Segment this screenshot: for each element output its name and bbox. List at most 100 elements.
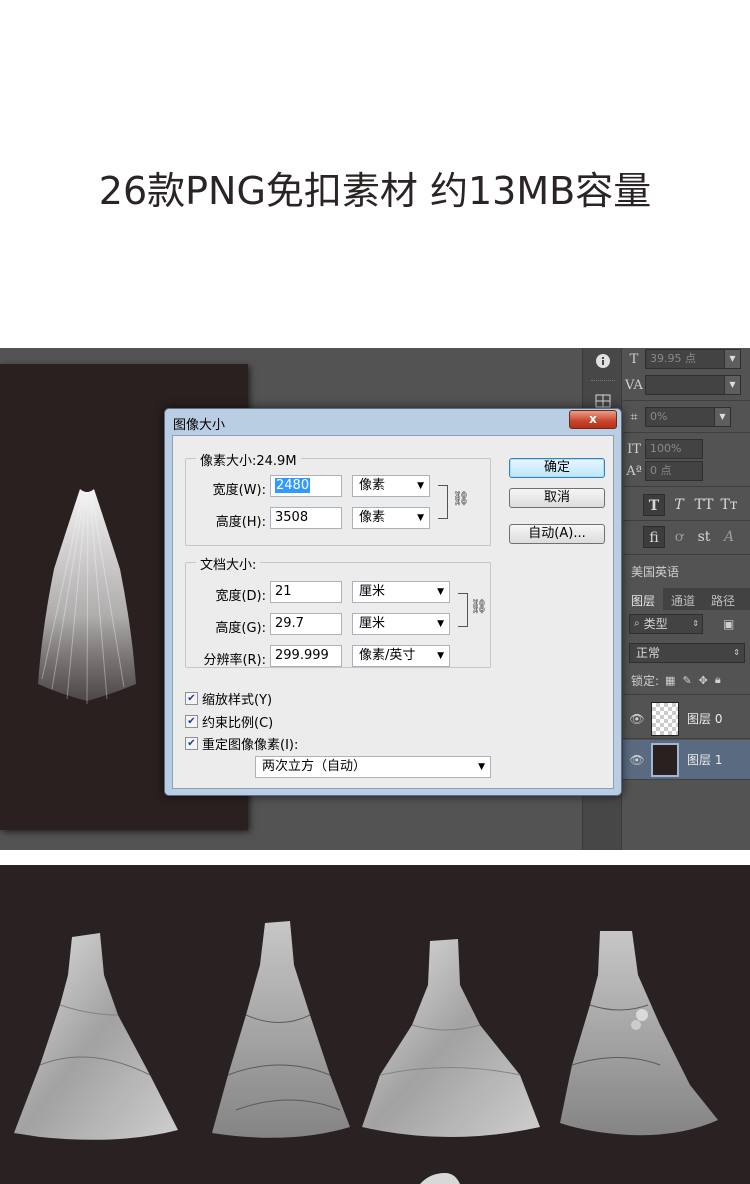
ligatures-button[interactable]: fi [643, 526, 665, 548]
visibility-eye-icon[interactable]: 👁︎ [623, 712, 651, 726]
faux-italic-button[interactable]: T [668, 494, 690, 516]
visibility-eye-icon[interactable]: 👁︎ [623, 753, 651, 767]
pixel-width-unit: 像素 [359, 478, 386, 493]
layer-name[interactable]: 图层 0 [687, 710, 722, 727]
pixel-dimensions-title: 像素大小:24.9M [196, 450, 301, 469]
constrain-bracket [438, 485, 448, 519]
dialog-titlebar[interactable]: 图像大小 x [165, 409, 621, 435]
layer-thumbnail [651, 701, 679, 736]
pixel-width-input[interactable]: 2480 [270, 475, 342, 497]
search-icon: ⌕ [634, 618, 640, 629]
resolution-unit-select[interactable]: 像素/英寸 ▼ [352, 645, 450, 667]
layers-panel: 图层 通道 路径 ⌕ 类型 ⇕ ▣ 正常 ⇕ 锁定: ▦ ✎ ✥ 🔒︎ 👁︎ 图… [623, 588, 750, 850]
image-filter-icon[interactable]: ▣ [723, 617, 734, 631]
resample-method-select[interactable]: 两次立方（自动） ▼ [255, 756, 491, 778]
tab-layers[interactable]: 图层 [623, 588, 664, 610]
blend-mode-value: 正常 [636, 646, 661, 660]
pixel-width-unit-select[interactable]: 像素 ▼ [352, 475, 430, 497]
pixel-height-unit-select[interactable]: 像素 ▼ [352, 507, 430, 529]
font-size-field[interactable]: 39.95 点 ▼ [645, 349, 741, 369]
chevron-down-icon: ▼ [478, 762, 485, 772]
close-button[interactable]: x [569, 410, 617, 429]
vertical-scale-field[interactable]: 100% [645, 439, 703, 459]
doc-height-input[interactable]: 29.7 [270, 613, 342, 635]
divider [623, 400, 750, 401]
doc-width-unit-select[interactable]: 厘米 ▼ [352, 581, 450, 603]
doc-width-value: 21 [275, 584, 292, 599]
small-caps-button[interactable]: Tт [718, 494, 740, 516]
dress-preview-images [14, 921, 718, 1184]
blend-mode-select[interactable]: 正常 ⇕ [629, 643, 745, 663]
discretionary-ligatures-button[interactable]: st [693, 526, 715, 548]
doc-height-label: 高度(G): [215, 621, 266, 636]
chevron-down-icon[interactable]: ▼ [724, 376, 740, 394]
resolution-label: 分辨率(R): [203, 653, 266, 668]
move-icon[interactable]: ✥ [699, 674, 708, 687]
resample-image-label: 重定图像像素(I): [202, 738, 299, 753]
language-select[interactable]: 美国英语 [631, 563, 679, 580]
strip-divider [591, 380, 615, 382]
text-style-buttons: T T TT Tт [623, 492, 750, 518]
document-size-title: 文档大小: [196, 554, 261, 573]
pixel-height-input[interactable]: 3508 [270, 507, 342, 529]
pixel-height-unit: 像素 [359, 510, 386, 525]
chevron-down-icon: ▼ [417, 481, 424, 491]
auto-button[interactable]: 自动(A)... [509, 524, 605, 544]
chevron-down-icon: ▼ [437, 651, 444, 661]
chevron-down-icon[interactable]: ▼ [714, 408, 730, 426]
chevron-down-icon: ▼ [437, 587, 444, 597]
constrain-proportions-checkbox[interactable]: ✔ 约束比例(C) [185, 712, 273, 731]
pixel-height-label: 高度(H): [215, 515, 266, 530]
resolution-unit: 像素/英寸 [359, 648, 416, 663]
divider [623, 486, 750, 487]
doc-height-value: 29.7 [275, 616, 304, 631]
brush-icon[interactable]: ✎ [682, 674, 691, 687]
scale-styles-checkbox[interactable]: ✔ 缩放样式(Y) [185, 689, 272, 708]
veil-image [38, 489, 136, 705]
tracking-value: 0% [650, 410, 668, 423]
ok-button[interactable]: 确定 [509, 458, 605, 478]
kerning-field[interactable]: ▼ [645, 375, 741, 395]
font-size-value: 39.95 点 [650, 352, 696, 365]
vertical-scale-icon: IT [627, 441, 641, 457]
baseline-shift-value: 0 点 [650, 464, 672, 477]
chain-link-icon: ⛓︎ [452, 491, 470, 507]
pixel-width-label: 宽度(W): [212, 483, 266, 498]
opentype-buttons: fi ơ st A [623, 524, 750, 550]
faux-bold-button[interactable]: T [643, 494, 665, 516]
chevron-updown-icon: ⇕ [692, 619, 699, 628]
tracking-field[interactable]: 0% ▼ [645, 407, 731, 427]
resample-image-checkbox[interactable]: ✔ 重定图像像素(I): [185, 734, 298, 753]
vertical-scale-value: 100% [650, 442, 682, 455]
checkbox-checked-icon: ✔ [185, 692, 198, 705]
doc-width-input[interactable]: 21 [270, 581, 342, 603]
all-caps-button[interactable]: TT [693, 494, 715, 516]
lock-label: 锁定: [631, 673, 660, 688]
lock-icon[interactable]: 🔒︎ [715, 673, 721, 687]
swash-button[interactable]: A [718, 526, 740, 548]
layer-name[interactable]: 图层 1 [687, 751, 722, 768]
dialog-body: 像素大小:24.9M 宽度(W): 2480 像素 ▼ 高度(H): 3508 像… [172, 435, 614, 789]
resolution-input[interactable]: 299.999 [270, 645, 342, 667]
chevron-down-icon[interactable]: ▼ [724, 350, 740, 368]
doc-width-label: 宽度(D): [215, 589, 266, 604]
tab-paths[interactable]: 路径 [703, 588, 743, 610]
chevron-down-icon: ▼ [417, 513, 424, 523]
pixel-width-value: 2480 [275, 478, 311, 493]
layer-row-selected[interactable]: 👁︎ 图层 1 [623, 740, 750, 780]
cancel-button[interactable]: 取消 [509, 488, 605, 508]
dress-3 [362, 939, 540, 1137]
checkbox-checked-icon: ✔ [185, 715, 198, 728]
divider [623, 554, 750, 555]
kerning-icon: VA [625, 377, 643, 393]
layer-filter-select[interactable]: ⌕ 类型 ⇕ [629, 614, 703, 634]
dress-2 [212, 921, 350, 1138]
old-style-button[interactable]: ơ [668, 526, 690, 548]
doc-height-unit-select[interactable]: 厘米 ▼ [352, 613, 450, 635]
baseline-shift-field[interactable]: 0 点 [645, 461, 703, 481]
info-icon[interactable] [591, 350, 615, 372]
layer-row[interactable]: 👁︎ 图层 0 [623, 699, 750, 739]
tab-channels[interactable]: 通道 [663, 588, 703, 610]
dialog-title: 图像大小 [173, 418, 226, 433]
lock-transparency-icon[interactable]: ▦ [665, 674, 675, 687]
